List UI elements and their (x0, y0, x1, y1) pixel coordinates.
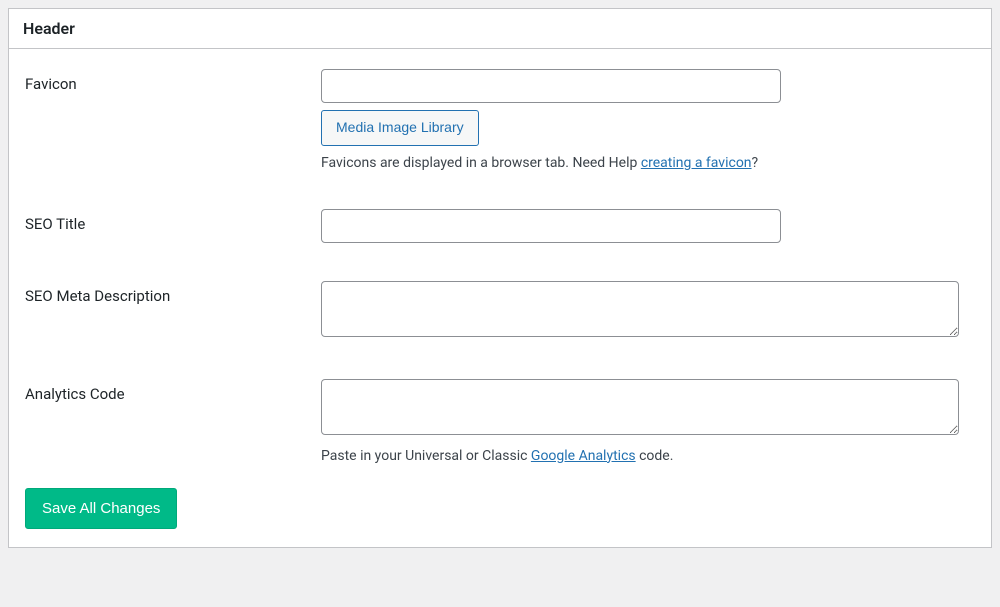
media-library-button[interactable]: Media Image Library (321, 110, 479, 146)
seo-title-label: SEO Title (25, 209, 321, 233)
analytics-label: Analytics Code (25, 379, 321, 403)
panel-header: Header (9, 9, 991, 49)
favicon-row: Favicon Media Image Library Favicons are… (25, 69, 975, 171)
favicon-help-suffix: ? (752, 155, 759, 171)
panel-title: Header (23, 19, 977, 38)
favicon-help-prefix: Favicons are displayed in a browser tab.… (321, 155, 641, 171)
favicon-help-text: Favicons are displayed in a browser tab.… (321, 155, 975, 171)
analytics-help-text: Paste in your Universal or Classic Googl… (321, 448, 975, 464)
save-all-changes-button[interactable]: Save All Changes (25, 488, 177, 529)
seo-title-input[interactable] (321, 209, 781, 243)
analytics-help-prefix: Paste in your Universal or Classic (321, 448, 531, 464)
analytics-help-suffix: code. (636, 448, 674, 464)
seo-title-controls (321, 209, 975, 243)
favicon-label: Favicon (25, 69, 321, 93)
analytics-textarea[interactable] (321, 379, 959, 435)
seo-meta-label: SEO Meta Description (25, 281, 321, 305)
seo-title-row: SEO Title (25, 209, 975, 243)
seo-meta-controls (321, 281, 975, 341)
submit-row: Save All Changes (25, 488, 975, 529)
analytics-help-link[interactable]: Google Analytics (531, 448, 636, 464)
header-settings-panel: Header Favicon Media Image Library Favic… (8, 8, 992, 548)
favicon-input[interactable] (321, 69, 781, 103)
seo-meta-row: SEO Meta Description (25, 281, 975, 341)
panel-body: Favicon Media Image Library Favicons are… (9, 49, 991, 547)
analytics-controls: Paste in your Universal or Classic Googl… (321, 379, 975, 464)
favicon-controls: Media Image Library Favicons are display… (321, 69, 975, 171)
seo-meta-textarea[interactable] (321, 281, 959, 337)
analytics-row: Analytics Code Paste in your Universal o… (25, 379, 975, 464)
favicon-help-link[interactable]: creating a favicon (641, 155, 752, 171)
